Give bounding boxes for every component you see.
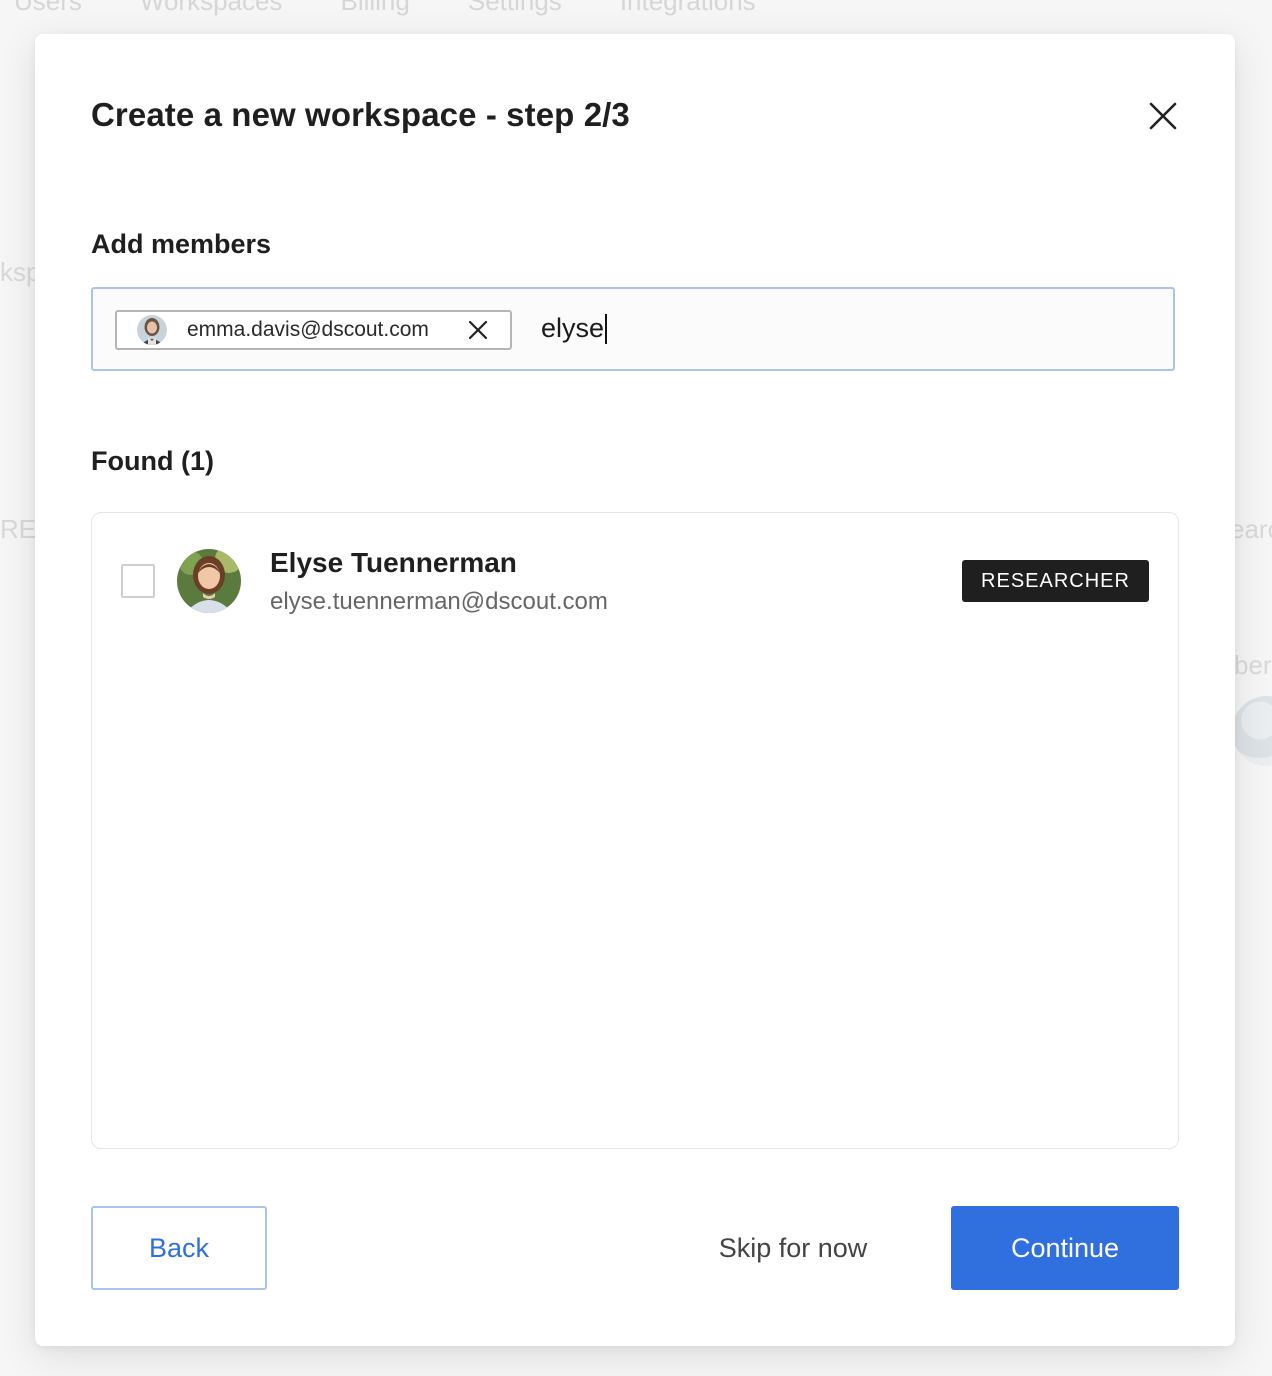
remove-member-button[interactable] [466,318,490,342]
text-caret [605,313,608,344]
modal-title: Create a new workspace - step 2/3 [91,96,630,133]
skip-button[interactable]: Skip for now [695,1206,891,1290]
add-members-label: Add members [91,229,272,259]
background-avatar [1232,696,1272,766]
background-nav-item: Users [14,0,82,16]
member-search-text: elyse [541,313,605,343]
back-button[interactable]: Back [91,1206,267,1290]
close-icon [1149,102,1177,130]
background-nav-item: Settings [467,0,562,16]
background-nav-item: Workspaces [139,0,283,16]
background-nav-item: Billing [340,0,410,16]
close-icon [468,320,488,340]
avatar [177,549,241,613]
member-chip: emma.davis@dscout.com [115,310,512,350]
member-search-query[interactable]: elyse [541,313,608,344]
role-badge: RESEARCHER [962,560,1149,602]
background-text-fragment: ber [1234,650,1272,680]
add-members-input[interactable]: emma.davis@dscout.com elyse [91,287,1175,371]
result-email: elyse.tuennerman@dscout.com [270,588,608,615]
close-button[interactable] [1145,98,1181,134]
background-nav-item: Integrations [619,0,756,16]
background-nav: Users Workspaces Billing Settings Integr… [14,0,756,17]
select-member-checkbox[interactable] [121,564,155,598]
list-item[interactable]: Elyse Tuennerman elyse.tuennerman@dscout… [92,513,1178,643]
create-workspace-modal: Create a new workspace - step 2/3 Add me… [35,34,1235,1346]
avatar [137,315,167,345]
background-text-fragment: earc [1230,514,1272,544]
found-label: Found (1) [91,446,214,476]
result-name: Elyse Tuennerman [270,547,517,578]
member-chip-email: emma.davis@dscout.com [187,318,429,341]
search-results-list: Elyse Tuennerman elyse.tuennerman@dscout… [91,512,1179,1149]
continue-button[interactable]: Continue [951,1206,1179,1290]
